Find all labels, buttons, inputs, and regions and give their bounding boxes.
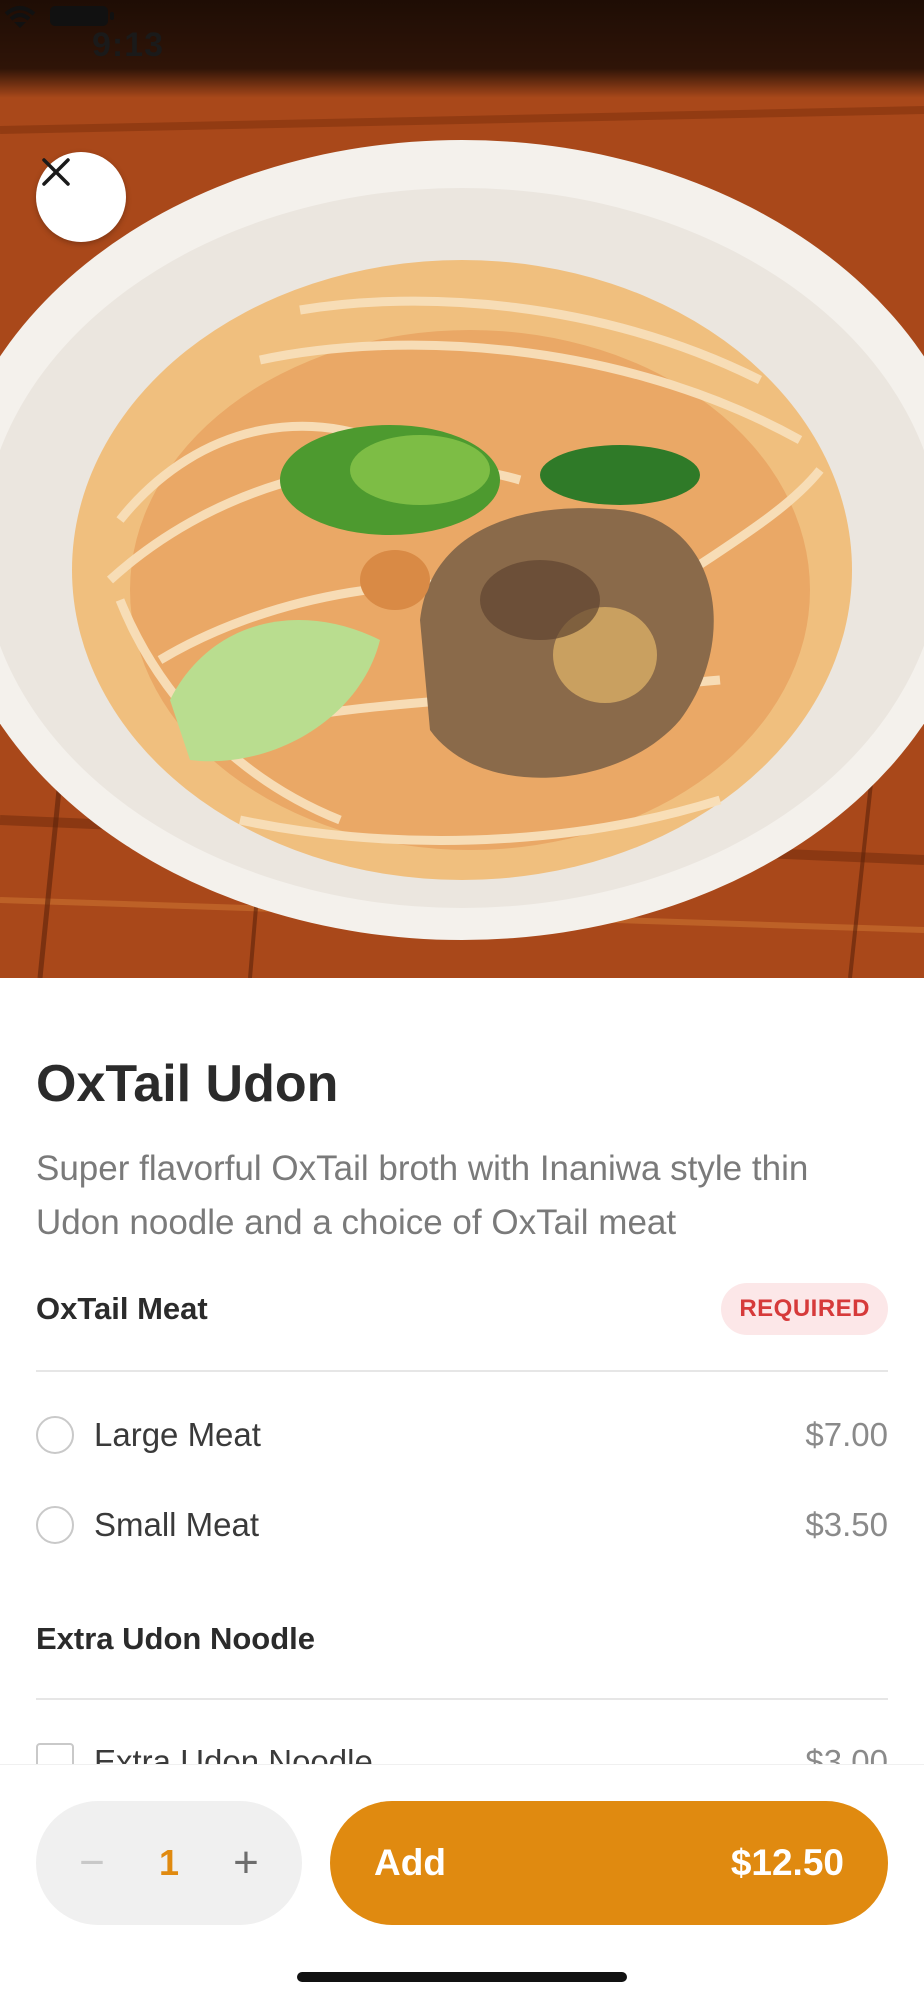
dish-illustration <box>0 0 924 978</box>
option-row-large-meat[interactable]: Large Meat $7.00 <box>36 1405 888 1465</box>
item-title: OxTail Udon <box>36 1055 339 1113</box>
option-price: $3.50 <box>805 1506 888 1543</box>
bottom-action-bar: − 1 + Add $12.50 <box>0 1764 924 2001</box>
option-left: Large Meat <box>36 1416 261 1454</box>
option-left: Small Meat <box>36 1506 259 1544</box>
minus-icon[interactable]: − <box>72 1838 112 1888</box>
option-label: Large Meat <box>94 1416 261 1453</box>
hero-image: 9:13 <box>0 0 924 978</box>
divider <box>36 1698 888 1700</box>
required-badge: REQUIRED <box>721 1283 888 1335</box>
option-price: $7.00 <box>805 1416 888 1453</box>
quantity-stepper: − 1 + <box>36 1801 302 1925</box>
item-description: Super flavorful OxTail broth with Inaniw… <box>36 1149 809 1242</box>
battery-icon <box>50 6 114 26</box>
plus-icon[interactable]: + <box>226 1838 266 1888</box>
add-button-price: $12.50 <box>730 1842 844 1883</box>
option-group-title: OxTail Meat <box>36 1291 208 1326</box>
status-time: 9:13 <box>92 26 165 64</box>
add-button-label: Add <box>374 1842 446 1883</box>
radio-button[interactable] <box>36 1416 74 1454</box>
wifi-icon <box>4 6 36 28</box>
home-indicator <box>297 1972 627 1982</box>
close-icon <box>42 158 70 186</box>
option-label: Small Meat <box>94 1506 260 1543</box>
quantity-value: 1 <box>158 1842 180 1883</box>
option-group-header-extra-udon: Extra Udon Noodle <box>36 1612 888 1666</box>
status-icons <box>4 6 114 28</box>
add-to-cart-button[interactable]: Add $12.50 <box>330 1801 888 1925</box>
radio-button[interactable] <box>36 1506 74 1544</box>
status-bar: 9:13 <box>0 0 924 98</box>
option-group-header-oxtail-meat: OxTail Meat REQUIRED <box>36 1282 888 1336</box>
divider <box>36 1370 888 1372</box>
option-row-small-meat[interactable]: Small Meat $3.50 <box>36 1495 888 1555</box>
close-button[interactable] <box>36 152 126 242</box>
option-group-title: Extra Udon Noodle <box>36 1621 316 1656</box>
